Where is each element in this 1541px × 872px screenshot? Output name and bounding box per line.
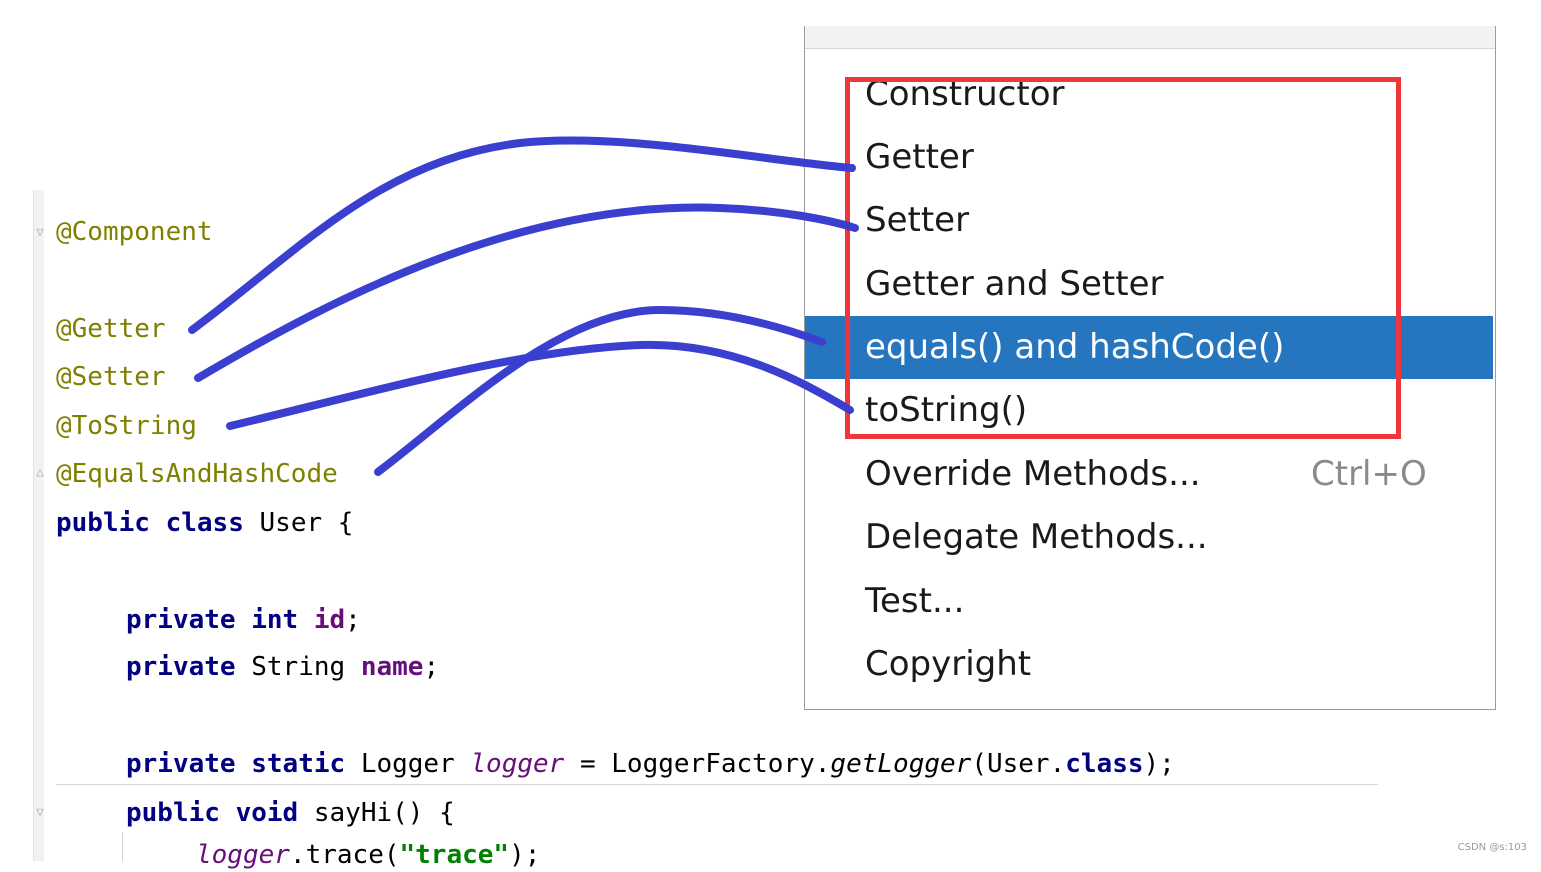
keyword: int xyxy=(251,605,299,635)
assign-text: = LoggerFactory. xyxy=(564,749,831,779)
annotation-setter: @Setter xyxy=(56,362,166,392)
menu-item-label: Delegate Methods... xyxy=(865,517,1208,557)
logger-line: private static Logger logger = LoggerFac… xyxy=(126,747,1175,781)
keyword: private xyxy=(126,652,236,682)
menu-item-label: Getter and Setter xyxy=(865,264,1164,304)
type-name: Logger xyxy=(360,749,455,779)
string-literal: "trace" xyxy=(399,840,510,870)
menu-item-tostring[interactable]: toString() xyxy=(805,379,1493,442)
args-text: (User. xyxy=(971,749,1066,779)
class-declaration: public class User { xyxy=(56,506,353,540)
field-name: name xyxy=(360,652,424,682)
menu-header-bar xyxy=(805,26,1495,49)
separator-line xyxy=(56,784,1378,785)
field-id-line: private int id; xyxy=(126,603,361,637)
watermark: CSDN @s:103 xyxy=(1457,842,1527,853)
connector-setter xyxy=(194,203,859,382)
menu-item-setter[interactable]: Setter xyxy=(805,189,1493,252)
menu-item-label: Test... xyxy=(865,581,965,621)
generate-popup-menu: Constructor Getter Setter Getter and Set… xyxy=(804,26,1496,710)
keyword: public xyxy=(56,508,150,538)
menu-item-label: Setter xyxy=(865,200,970,240)
connector-getter xyxy=(188,136,856,334)
annotation-component: @Component xyxy=(56,217,213,247)
semicolon: ; xyxy=(423,652,440,682)
fold-end-icon[interactable]: △ xyxy=(33,466,47,480)
annotation-tostring: @ToString xyxy=(56,411,197,441)
method-signature: sayHi() { xyxy=(298,798,455,828)
connector-equals xyxy=(374,306,826,476)
menu-item-shortcut: Ctrl+O xyxy=(1311,454,1427,494)
annotation-getter: @Getter xyxy=(56,314,166,344)
annotation-equalsandhashcode: @EqualsAndHashCode xyxy=(56,459,338,489)
type-name: String xyxy=(251,652,346,682)
semicolon: ; xyxy=(345,605,361,635)
method-call: getLogger xyxy=(830,749,972,779)
method-declaration: public void sayHi() { xyxy=(126,796,455,830)
class-name: User { xyxy=(243,508,354,538)
keyword: private xyxy=(126,605,236,635)
static-field: logger xyxy=(470,749,565,779)
menu-item-label: Constructor xyxy=(865,74,1065,114)
keyword: class xyxy=(165,508,244,538)
menu-item-constructor[interactable]: Constructor xyxy=(805,63,1493,126)
fold-collapse-icon[interactable]: ▽ xyxy=(33,226,47,240)
menu-item-copyright[interactable]: Copyright xyxy=(805,633,1493,696)
connector-tostring xyxy=(226,340,854,430)
menu-item-override-methods[interactable]: Override Methods... Ctrl+O xyxy=(805,443,1493,506)
menu-item-getter-and-setter[interactable]: Getter and Setter xyxy=(805,253,1493,316)
menu-item-getter[interactable]: Getter xyxy=(805,126,1493,189)
menu-item-equals-hashcode[interactable]: equals() and hashCode() xyxy=(805,316,1493,379)
menu-item-label: Override Methods... xyxy=(865,454,1201,494)
line-end: ); xyxy=(1143,749,1175,779)
line-end: ); xyxy=(509,840,541,870)
indent-guide xyxy=(122,832,123,861)
fold-collapse-icon[interactable]: ▽ xyxy=(33,806,47,820)
field-name: id xyxy=(313,605,346,635)
call-text: .trace( xyxy=(289,840,400,870)
keyword: private xyxy=(126,749,236,779)
menu-item-label: toString() xyxy=(865,390,1028,430)
field-name-line: private String name; xyxy=(126,650,439,684)
keyword: void xyxy=(235,798,299,828)
trace-line: logger.trace("trace"); xyxy=(196,838,540,872)
menu-item-label: Getter xyxy=(865,137,974,177)
editor-gutter xyxy=(33,190,44,861)
menu-item-delegate-methods[interactable]: Delegate Methods... xyxy=(805,506,1493,569)
menu-item-test[interactable]: Test... xyxy=(805,570,1493,633)
static-field: logger xyxy=(196,840,290,870)
keyword: static xyxy=(251,749,346,779)
menu-item-label: equals() and hashCode() xyxy=(865,327,1285,367)
keyword: public xyxy=(126,798,220,828)
keyword: class xyxy=(1065,749,1144,779)
menu-item-label: Copyright xyxy=(865,644,1032,684)
